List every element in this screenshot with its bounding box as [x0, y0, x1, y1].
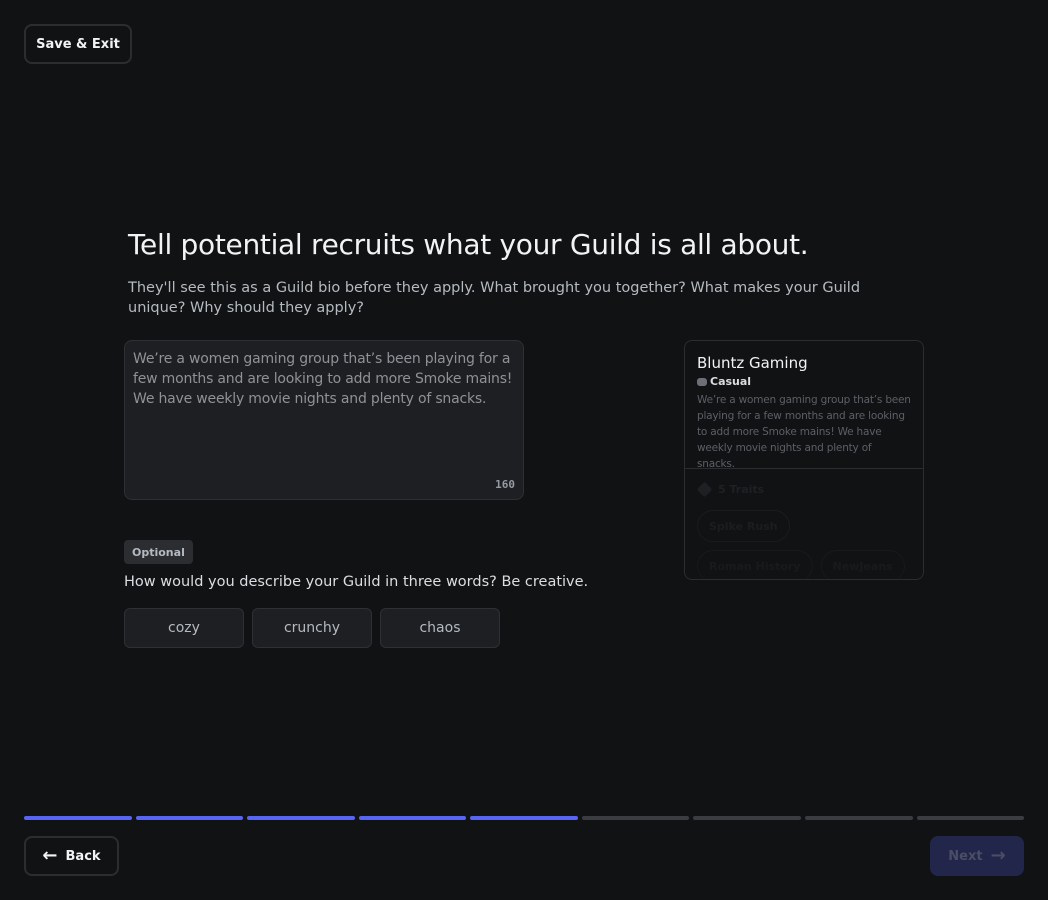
trait-chip: Spike Rush [697, 510, 790, 542]
preview-play-style: Casual [697, 375, 911, 388]
character-count: 160 [495, 478, 515, 491]
preview-bio: We’re a women gaming group that’s been p… [697, 394, 911, 470]
guild-bio-field: 160 [124, 340, 524, 500]
next-button[interactable]: Next → [930, 836, 1024, 876]
progress-segment [247, 816, 355, 820]
word-input-3[interactable] [380, 608, 500, 648]
arrow-left-icon: ← [42, 845, 58, 866]
trait-chip: Roman History [697, 550, 813, 579]
next-label: Next [948, 848, 983, 864]
progress-segment [135, 816, 244, 820]
traits-header: 5 Traits [696, 481, 911, 498]
page-title: Tell potential recruits what your Guild … [128, 228, 809, 261]
gamepad-icon [697, 377, 707, 386]
preview-traits: 5 Traits Spike Rush Roman History NewJeans… [685, 469, 923, 579]
progress-segment [693, 816, 801, 820]
page-subtitle: They'll see this as a Guild bio before t… [128, 280, 861, 316]
trait-list: Spike RushRoman HistoryNewJeansDesignLEG… [697, 510, 911, 579]
back-label: Back [65, 848, 101, 864]
traits-count: 5 Traits [718, 483, 765, 496]
progress-segment [804, 816, 913, 820]
arrow-right-icon: → [990, 845, 1006, 866]
preview-guild-name: Bluntz Gaming [697, 354, 808, 372]
progress-segment [581, 816, 690, 820]
tag-icon [696, 481, 713, 498]
progress-bar [24, 816, 1025, 820]
trait-chip: NewJeans [820, 550, 905, 579]
guild-preview-card: Bluntz Gaming Casual We’re a women gamin… [684, 340, 924, 580]
preview-play-style-label: Casual [710, 375, 752, 388]
save-exit-button[interactable]: Save & Exit [24, 24, 132, 64]
guild-bio-textarea[interactable] [133, 349, 517, 469]
progress-segment [916, 816, 1025, 820]
word-input-1[interactable] [124, 608, 244, 648]
word-input-2[interactable] [252, 608, 372, 648]
preview-header: Bluntz Gaming Casual We’re a women gamin… [685, 341, 923, 470]
progress-segment [470, 816, 578, 820]
optional-badge: Optional [124, 540, 193, 564]
progress-segment [24, 816, 132, 820]
progress-segment [358, 816, 467, 820]
back-button[interactable]: ← Back [24, 836, 119, 876]
three-words-question: How would you describe your Guild in thr… [124, 574, 589, 590]
